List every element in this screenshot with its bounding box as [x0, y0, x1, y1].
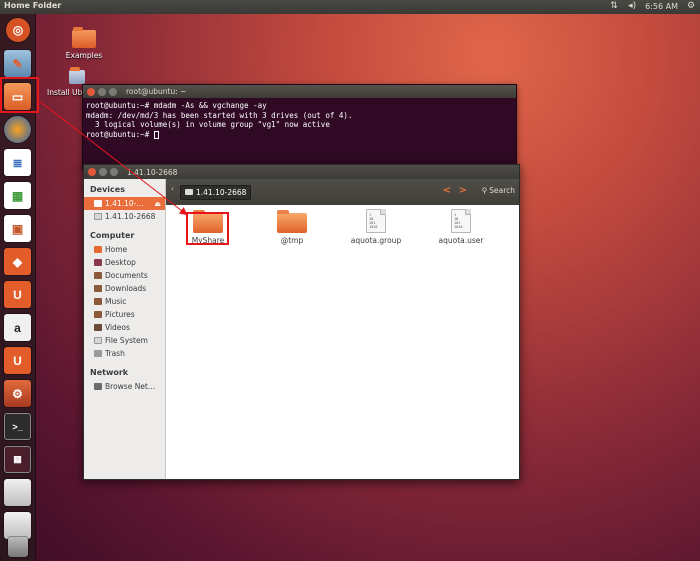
- search-button[interactable]: ⚲ Search: [482, 186, 515, 195]
- close-icon[interactable]: [88, 168, 96, 176]
- impress-icon[interactable]: ▣: [4, 215, 31, 242]
- terminal-line: mdadm: /dev/md/3 has been started with 3…: [86, 110, 353, 120]
- file-item-label: aquota.group: [350, 236, 402, 245]
- sidebar-item-desktop[interactable]: Desktop: [84, 256, 165, 269]
- network-icon: [94, 383, 102, 390]
- terminal-prompt: root@ubuntu:~#: [86, 129, 154, 139]
- folder-icon: [72, 27, 96, 48]
- launcher-highlight: [0, 77, 39, 113]
- maximize-icon[interactable]: [110, 168, 118, 176]
- ubuntu-one-music-icon[interactable]: U: [4, 347, 31, 374]
- ubuntu-one-icon[interactable]: U: [4, 281, 31, 308]
- installer-icon: [69, 67, 85, 84]
- file-view[interactable]: MyShare @tmp 1 18 101 1010 aquota.group …: [166, 205, 519, 479]
- panel-indicators: ⇅ ◂) 6:56 AM ⚙: [609, 1, 696, 11]
- sidebar-item-videos[interactable]: Videos: [84, 321, 165, 334]
- trash-icon: [94, 350, 102, 357]
- documents-icon: [94, 272, 102, 279]
- close-icon[interactable]: [87, 87, 95, 96]
- forward-arrow-icon[interactable]: >: [459, 185, 467, 196]
- terminal-icon[interactable]: >_: [4, 413, 31, 440]
- volume-icon[interactable]: ◂): [627, 1, 637, 11]
- sidebar: Devices 1.41.10-... ⏏ 1.41.10-2668 Compu…: [84, 179, 166, 479]
- drive-icon[interactable]: [4, 479, 31, 506]
- file-manager-title: 1.41.10-2668: [127, 167, 178, 177]
- file-item-aquota-group[interactable]: 1 18 101 1010 aquota.group: [344, 209, 408, 245]
- file-item-label: @tmp: [280, 236, 304, 245]
- sidebar-heading-computer: Computer: [90, 231, 135, 240]
- settings-icon[interactable]: ⚙: [4, 380, 31, 407]
- myshare-highlight: [186, 212, 229, 245]
- path-left-arrow-icon[interactable]: ‹: [171, 185, 174, 193]
- bag-icon[interactable]: ◆: [4, 248, 31, 275]
- trash-icon[interactable]: [8, 537, 28, 557]
- sidebar-heading-devices: Devices: [90, 185, 125, 194]
- terminal-window[interactable]: root@ubuntu: ~ root@ubuntu:~# mdadm -As …: [82, 84, 517, 170]
- sidebar-item-browse-network[interactable]: Browse Net...: [84, 380, 165, 393]
- sidebar-item-device-1[interactable]: 1.41.10-... ⏏: [84, 197, 165, 210]
- file-item-aquota-user[interactable]: 1 18 101 1010 aquota.user: [429, 209, 493, 245]
- back-arrow-icon[interactable]: <: [443, 185, 451, 196]
- network-arrows-icon[interactable]: ⇅: [609, 1, 619, 11]
- gear-icon[interactable]: ⚙: [686, 1, 696, 11]
- path-bar-button[interactable]: 1.41.10-2668: [180, 184, 252, 200]
- sidebar-heading-network: Network: [90, 368, 129, 377]
- binary-file-icon: 1 18 101 1010: [451, 209, 471, 233]
- writer-icon[interactable]: ≣: [4, 149, 31, 176]
- sidebar-item-filesystem[interactable]: File System: [84, 334, 165, 347]
- maximize-icon[interactable]: [109, 87, 117, 96]
- folder-icon: [277, 210, 307, 233]
- file-manager-titlebar[interactable]: 1.41.10-2668: [84, 165, 519, 179]
- filesystem-icon: [94, 337, 102, 344]
- pictures-icon: [94, 311, 102, 318]
- sidebar-item-music[interactable]: Music: [84, 295, 165, 308]
- toolbar: ‹ 1.41.10-2668 < > ⚲ Search: [166, 179, 519, 205]
- sidebar-item-downloads[interactable]: Downloads: [84, 282, 165, 295]
- minimize-icon[interactable]: [98, 87, 106, 96]
- terminal-line: 3 logical volume(s) in volume group "vg1…: [86, 120, 330, 129]
- file-item-label: aquota.user: [438, 236, 484, 245]
- sidebar-item-trash[interactable]: Trash: [84, 347, 165, 360]
- top-panel: Home Folder ⇅ ◂) 6:56 AM ⚙: [0, 0, 700, 14]
- workspace-icon[interactable]: ▦: [4, 446, 31, 473]
- terminal-cursor: [153, 130, 159, 139]
- music-icon: [94, 298, 102, 305]
- sidebar-item-device-2[interactable]: 1.41.10-2668: [84, 210, 165, 223]
- terminal-title: root@ubuntu: ~: [126, 87, 187, 96]
- desktop-icon-examples[interactable]: Examples: [59, 27, 109, 60]
- calc-icon[interactable]: ▦: [4, 182, 31, 209]
- desktop-icon: [94, 259, 102, 266]
- drive-icon: [185, 189, 193, 195]
- sidebar-item-home[interactable]: Home: [84, 243, 165, 256]
- file-manager-window[interactable]: 1.41.10-2668 Devices 1.41.10-... ⏏ 1.41.…: [83, 164, 520, 480]
- sidebar-item-pictures[interactable]: Pictures: [84, 308, 165, 321]
- terminal-titlebar[interactable]: root@ubuntu: ~: [83, 85, 516, 98]
- sidebar-item-documents[interactable]: Documents: [84, 269, 165, 282]
- eject-icon[interactable]: ⏏: [154, 200, 161, 208]
- active-window-title: Home Folder: [4, 1, 62, 10]
- drive-icon: [94, 200, 102, 207]
- file-item-tmp[interactable]: @tmp: [260, 210, 324, 245]
- terminal-line: root@ubuntu:~# mdadm -As && vgchange -ay: [86, 101, 267, 110]
- drive-icon: [94, 213, 102, 220]
- ubuntu-logo-icon[interactable]: ◎: [6, 18, 30, 42]
- minimize-icon[interactable]: [99, 168, 107, 176]
- software-icon[interactable]: ✎: [4, 50, 31, 77]
- amazon-icon[interactable]: a: [4, 314, 31, 341]
- binary-file-icon: 1 18 101 1010: [366, 209, 386, 233]
- search-icon: ⚲: [481, 186, 488, 195]
- terminal-output[interactable]: root@ubuntu:~# mdadm -As && vgchange -ay…: [83, 98, 516, 142]
- clock[interactable]: 6:56 AM: [645, 2, 678, 11]
- videos-icon: [94, 324, 102, 331]
- firefox-icon[interactable]: [4, 116, 31, 143]
- drive-icon-2[interactable]: [4, 512, 31, 539]
- home-icon: [94, 246, 102, 253]
- downloads-icon: [94, 285, 102, 292]
